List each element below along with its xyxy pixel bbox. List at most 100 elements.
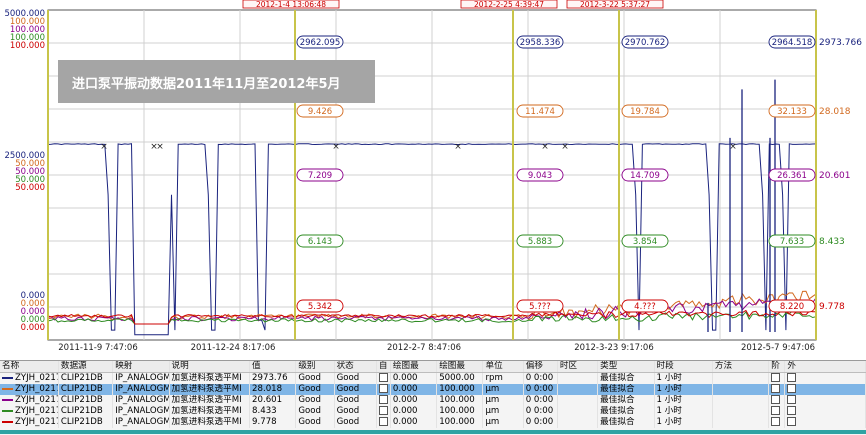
checkbox[interactable] <box>378 395 388 404</box>
column-header[interactable]: 映射 <box>112 361 170 373</box>
point-table[interactable]: 名称 数据源 映射 说明值级别 状态自绘图最 绘图最 单位 偏移 时区 类型 时段 方法阶外 ZYJH… <box>0 360 866 435</box>
series-end-value: 8.433 <box>819 237 845 247</box>
cell-method <box>712 372 770 384</box>
cell-auto-checkbox[interactable] <box>376 372 391 384</box>
cursor-value-label: 6.143 <box>308 237 332 247</box>
status-strip <box>0 430 866 434</box>
column-header[interactable]: 数据源 <box>58 361 114 373</box>
checkbox[interactable] <box>378 406 388 415</box>
table-row[interactable]: ZYJH_0217_CLIP21DBIP_ANALOGM加氢进料泵透平MI297… <box>0 372 866 384</box>
cell-map: IP_ANALOGM <box>112 384 170 395</box>
cursor-value-label: 11.474 <box>525 107 555 117</box>
cell-step-checkbox[interactable] <box>768 417 786 428</box>
cell-offset: 0 0:00 <box>523 417 558 428</box>
cell-step-checkbox[interactable] <box>768 395 786 406</box>
checkbox[interactable] <box>771 406 781 415</box>
cell-level: Good <box>295 417 335 428</box>
checkbox[interactable] <box>771 384 781 393</box>
x-tick-label: 2011-12-24 8:17:06 <box>191 343 276 353</box>
cell-period: 1 小时 <box>654 384 713 395</box>
cell-auto-checkbox[interactable] <box>376 395 391 406</box>
cell-min: 0.000 <box>390 372 438 384</box>
cell-outer-checkbox[interactable] <box>784 395 866 406</box>
cell-value: 9.778 <box>249 417 297 428</box>
series-marker: × <box>332 142 340 152</box>
cell-status: Good <box>334 384 377 395</box>
cell-offset: 0 0:00 <box>523 406 558 417</box>
cell-value: 8.433 <box>249 406 297 417</box>
checkbox[interactable] <box>378 373 388 382</box>
table-row[interactable]: ZYJH_0217_CLIP21DBIP_ANALOGM加氢进料泵透平MI28.… <box>0 384 866 395</box>
cell-auto-checkbox[interactable] <box>376 384 391 395</box>
cell-outer-checkbox[interactable] <box>784 372 866 384</box>
cell-status: Good <box>334 417 377 428</box>
column-header[interactable]: 方法 <box>712 361 770 373</box>
column-header[interactable]: 时区 <box>557 361 599 373</box>
column-header[interactable]: 单位 <box>482 361 524 373</box>
cell-desc: 加氢进料泵透平MI <box>169 417 251 428</box>
cell-step-checkbox[interactable] <box>768 372 786 384</box>
column-header[interactable]: 绘图最 <box>390 361 438 373</box>
checkbox[interactable] <box>787 395 797 404</box>
table-row[interactable]: ZYJH_0217_CLIP21DBIP_ANALOGM加氢进料泵透平MI8.4… <box>0 406 866 417</box>
cell-unit: μm <box>482 395 524 406</box>
series-color-swatch <box>2 376 13 379</box>
checkbox[interactable] <box>378 417 388 426</box>
column-header[interactable]: 级别 <box>295 361 335 373</box>
checkbox[interactable] <box>771 395 781 404</box>
column-header[interactable]: 自 <box>376 361 391 373</box>
trend-plot[interactable]: 5000.000100.000100.000100.000100.0002500… <box>0 0 866 360</box>
cell-type: 最佳拟合 <box>597 384 655 395</box>
cell-type: 最佳拟合 <box>597 372 655 384</box>
column-header[interactable]: 类型 <box>597 361 655 373</box>
cursor-value-label: 2958.336 <box>520 38 561 48</box>
point-name: ZYJH_0217_ <box>15 373 57 383</box>
checkbox[interactable] <box>771 417 781 426</box>
cell-level: Good <box>295 384 335 395</box>
column-header[interactable]: 外 <box>784 361 866 373</box>
column-header[interactable]: 值 <box>249 361 297 373</box>
cell-desc: 加氢进料泵透平MI <box>169 395 251 406</box>
checkbox[interactable] <box>787 373 797 382</box>
column-header[interactable]: 说明 <box>169 361 251 373</box>
point-name: ZYJH_0217_ <box>15 395 57 405</box>
point-name: ZYJH_0217_ <box>15 406 57 416</box>
cell-max: 100.000 <box>436 406 484 417</box>
cell-map: IP_ANALOGM <box>112 417 170 428</box>
cell-period: 1 小时 <box>654 395 713 406</box>
cursor-value-label: 9.043 <box>528 171 552 181</box>
cursor-value-label: 2964.518 <box>772 38 813 48</box>
cell-source: CLIP21DB <box>58 395 114 406</box>
cell-map: IP_ANALOGM <box>112 406 170 417</box>
cell-level: Good <box>295 395 335 406</box>
cell-method <box>712 417 770 428</box>
cell-step-checkbox[interactable] <box>768 406 786 417</box>
checkbox[interactable] <box>787 406 797 415</box>
column-header[interactable]: 名称 <box>0 361 59 373</box>
cell-auto-checkbox[interactable] <box>376 406 391 417</box>
cell-auto-checkbox[interactable] <box>376 417 391 428</box>
checkbox[interactable] <box>787 417 797 426</box>
cursor-time-label: 2012-3-22 5:37:27 <box>580 0 650 9</box>
checkbox[interactable] <box>771 373 781 382</box>
point-table-grid: 名称 数据源 映射 说明值级别 状态自绘图最 绘图最 单位 偏移 时区 类型 时段 方法阶外 ZYJH… <box>0 361 866 428</box>
cell-name: ZYJH_0217_ <box>0 395 59 406</box>
cell-outer-checkbox[interactable] <box>784 406 866 417</box>
column-header[interactable]: 偏移 <box>523 361 558 373</box>
cell-outer-checkbox[interactable] <box>784 384 866 395</box>
cell-source: CLIP21DB <box>58 417 114 428</box>
cell-source: CLIP21DB <box>58 372 114 384</box>
table-row[interactable]: ZYJH_0217_CLIP21DBIP_ANALOGM加氢进料泵透平MI20.… <box>0 395 866 406</box>
cell-step-checkbox[interactable] <box>768 384 786 395</box>
column-header[interactable]: 时段 <box>654 361 713 373</box>
cell-name: ZYJH_0217_ <box>0 406 59 417</box>
column-header[interactable]: 绘图最 <box>436 361 484 373</box>
cell-offset: 0 0:00 <box>523 372 558 384</box>
checkbox[interactable] <box>787 384 797 393</box>
column-header[interactable]: 阶 <box>768 361 786 373</box>
trend-chart[interactable]: 5000.000 100.000 100.000 100.000 100.000 2500… <box>0 0 866 360</box>
checkbox[interactable] <box>378 384 388 393</box>
column-header[interactable]: 状态 <box>334 361 377 373</box>
table-row[interactable]: ZYJH_0217_CLIP21DBIP_ANALOGM加氢进料泵透平MI9.7… <box>0 417 866 428</box>
cell-outer-checkbox[interactable] <box>784 417 866 428</box>
